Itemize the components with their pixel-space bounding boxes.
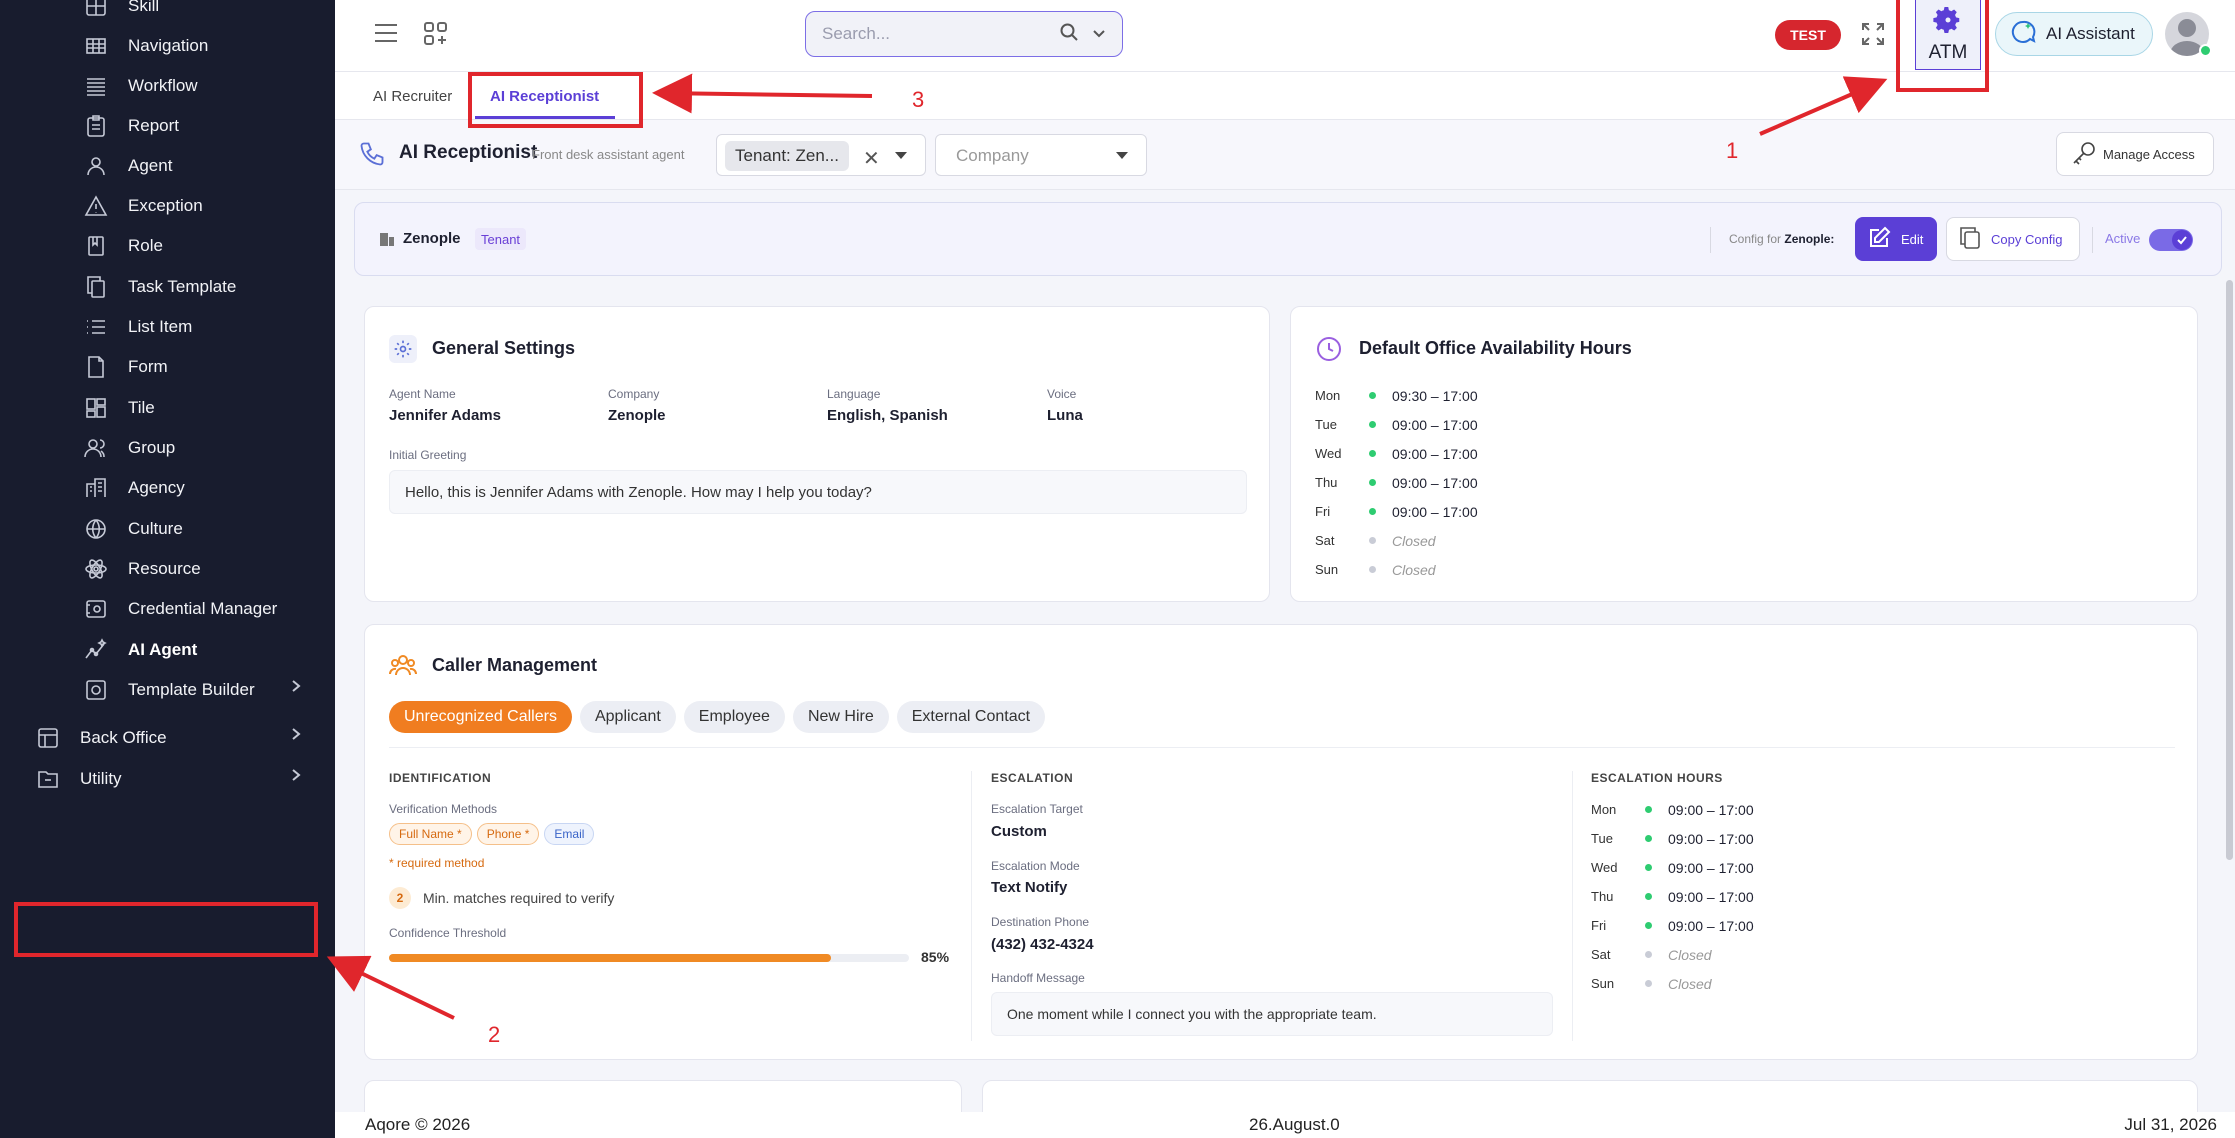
annotation-label-1: 1 — [1726, 138, 1739, 163]
arrow-3 — [652, 73, 873, 114]
annotation-label-3: 3 — [912, 87, 925, 112]
annotation-arrows — [326, 73, 1888, 1020]
arrow-1 — [1759, 76, 1888, 136]
annotation-label-2: 2 — [488, 1022, 501, 1047]
arrow-2 — [326, 955, 455, 1020]
